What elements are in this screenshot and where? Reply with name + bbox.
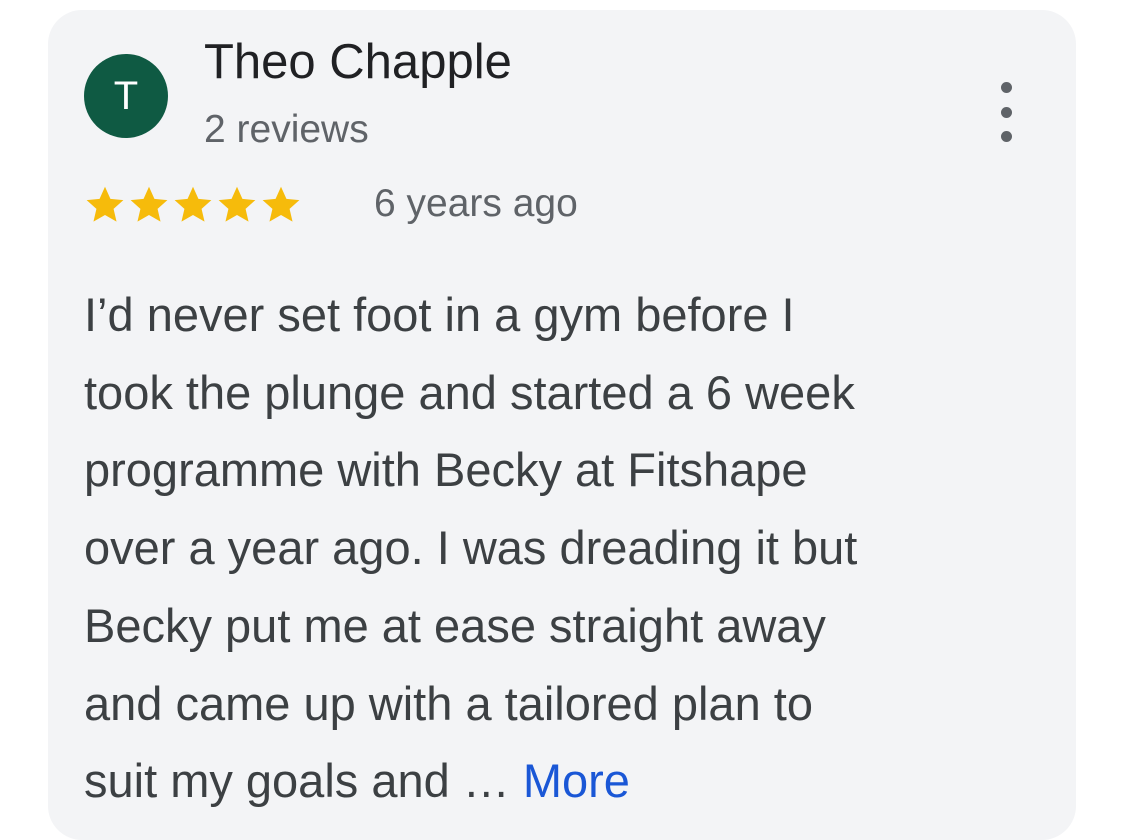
review-text-line: suit my goals and …: [84, 754, 523, 808]
more-vert-icon-dot: [1000, 106, 1012, 118]
author-review-count: 2 reviews: [204, 108, 369, 151]
review-text-line: took the plunge and started a 6 week: [84, 365, 855, 419]
review-text-line: and came up with a tailored plan to: [84, 676, 813, 730]
more-link[interactable]: More: [523, 754, 630, 807]
author-name[interactable]: Theo Chapple: [204, 34, 512, 90]
avatar[interactable]: T: [84, 54, 168, 138]
review-text-last-line: suit my goals and … More: [84, 742, 1044, 820]
review-time: 6 years ago: [374, 182, 578, 225]
review-text-line: I’d never set foot in a gym before I: [84, 288, 795, 341]
review-text-line: over a year ago. I was dreading it but: [84, 521, 858, 575]
review-text: I’d never set foot in a gym before I too…: [84, 276, 1044, 820]
more-options-button[interactable]: [984, 82, 1028, 142]
star-icon: [86, 186, 124, 222]
star-rating: [84, 184, 302, 226]
more-vert-icon: [1000, 82, 1012, 93]
avatar-letter: T: [113, 74, 139, 118]
star-icon: [218, 186, 256, 222]
star-icon: [130, 186, 168, 222]
review-text-line: programme with Becky at Fitshape: [84, 443, 808, 497]
star-icon: [262, 186, 300, 222]
more-vert-icon-dot: [1000, 131, 1012, 142]
star-icon: [174, 186, 212, 222]
review-text-line: Becky put me at ease straight away: [84, 598, 826, 652]
